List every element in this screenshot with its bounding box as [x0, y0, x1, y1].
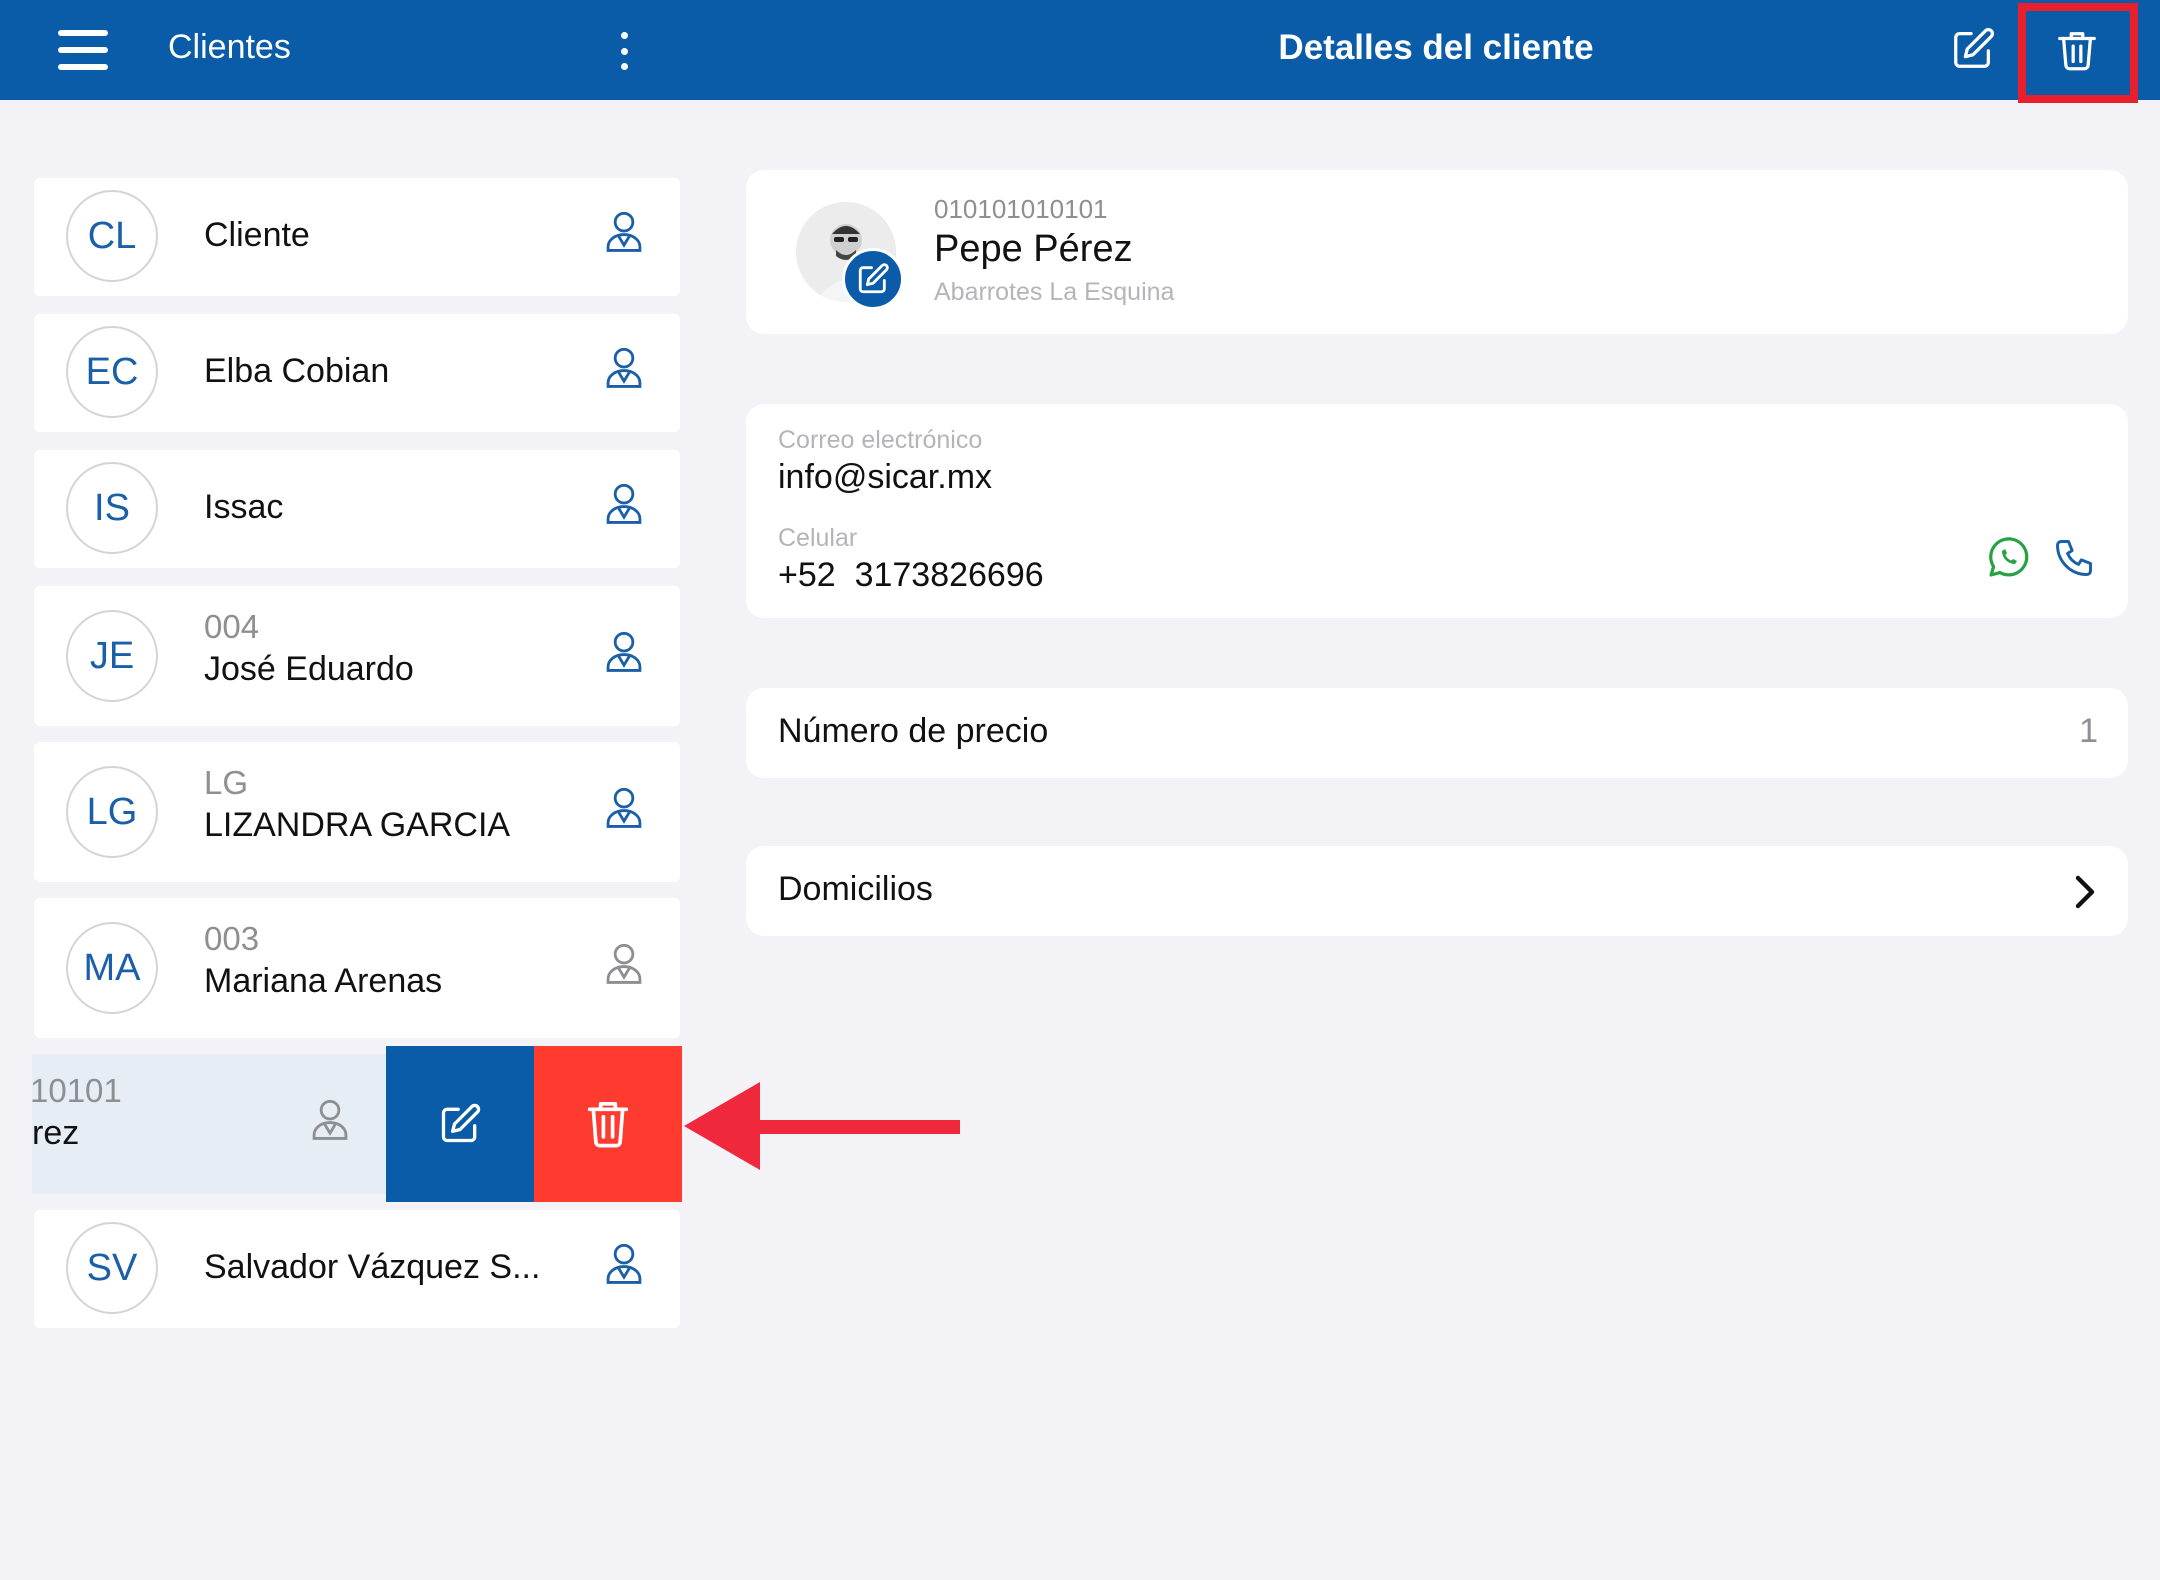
- person-icon[interactable]: [602, 1240, 646, 1286]
- chevron-right-icon: [2075, 875, 2095, 909]
- client-name: Pepe Pérez: [934, 228, 1133, 270]
- kebab-more-icon[interactable]: [612, 32, 636, 70]
- whatsapp-icon[interactable]: [1984, 534, 2032, 582]
- client-name: rez: [32, 1114, 80, 1152]
- person-icon[interactable]: [602, 344, 646, 390]
- swipe-delete-button[interactable]: [534, 1046, 682, 1202]
- person-icon[interactable]: [602, 208, 646, 254]
- list-item-swiped[interactable]: 10101 rez: [32, 1054, 386, 1194]
- contact-card: Correo electrónico info@sicar.mx Celular…: [746, 404, 2128, 618]
- person-icon[interactable]: [602, 940, 646, 986]
- person-icon[interactable]: [602, 628, 646, 674]
- email-label: Correo electrónico: [778, 426, 983, 454]
- list-title: Clientes: [168, 28, 291, 66]
- avatar: IS: [66, 462, 158, 554]
- addresses-row[interactable]: Domicilios: [746, 846, 2128, 936]
- phone-icon[interactable]: [2052, 536, 2096, 580]
- edit-icon: [441, 1103, 481, 1143]
- client-name: Salvador Vázquez S...: [204, 1248, 541, 1286]
- client-code: 10101: [32, 1072, 122, 1109]
- person-icon[interactable]: [602, 480, 646, 526]
- avatar: JE: [66, 610, 158, 702]
- list-item[interactable]: LG LG LIZANDRA GARCIA: [34, 742, 680, 882]
- client-name: Mariana Arenas: [204, 962, 443, 1000]
- avatar: EC: [66, 326, 158, 418]
- client-code: 010101010101: [934, 194, 1108, 224]
- email-value: info@sicar.mx: [778, 458, 993, 496]
- avatar: SV: [66, 1222, 158, 1314]
- client-name: Issac: [204, 488, 284, 526]
- price-number-value: 1: [2079, 712, 2098, 750]
- person-icon[interactable]: [602, 784, 646, 830]
- photo-edit-button[interactable]: [842, 248, 904, 310]
- phone-label: Celular: [778, 524, 858, 552]
- trash-icon[interactable]: [2054, 27, 2100, 73]
- avatar: MA: [66, 922, 158, 1014]
- avatar: CL: [66, 190, 158, 282]
- top-app-bar: Clientes Detalles del cliente: [0, 0, 2160, 100]
- client-code: 004: [204, 608, 260, 645]
- profile-card: 010101010101 Pepe Pérez Abarrotes La Esq…: [746, 170, 2128, 334]
- list-item[interactable]: MA 003 Mariana Arenas: [34, 898, 680, 1038]
- avatar: LG: [66, 766, 158, 858]
- list-item[interactable]: SV Salvador Vázquez S...: [34, 1210, 680, 1328]
- edit-icon[interactable]: [1950, 26, 1996, 72]
- list-item[interactable]: JE 004 José Eduardo: [34, 586, 680, 726]
- detail-title: Detalles del cliente: [1278, 28, 1594, 67]
- client-name: Elba Cobian: [204, 352, 390, 390]
- list-item[interactable]: EC Elba Cobian: [34, 314, 680, 432]
- person-icon[interactable]: [308, 1096, 352, 1142]
- phone-value: +52 3173826696: [778, 556, 1044, 594]
- edit-icon: [858, 263, 889, 294]
- client-name: LIZANDRA GARCIA: [204, 806, 511, 844]
- addresses-label: Domicilios: [778, 870, 933, 908]
- list-item[interactable]: IS Issac: [34, 450, 680, 568]
- swipe-edit-button[interactable]: [386, 1046, 534, 1202]
- annotation-arrow: [684, 1082, 960, 1170]
- list-item[interactable]: CL Cliente: [34, 178, 680, 296]
- price-number-row[interactable]: Número de precio 1: [746, 688, 2128, 778]
- business-name: Abarrotes La Esquina: [934, 278, 1175, 306]
- client-code: LG: [204, 764, 249, 801]
- trash-icon: [587, 1102, 629, 1148]
- client-name: José Eduardo: [204, 650, 414, 688]
- client-code: 003: [204, 920, 260, 957]
- price-number-label: Número de precio: [778, 712, 1049, 750]
- client-name: Cliente: [204, 216, 310, 254]
- hamburger-menu-icon[interactable]: [58, 30, 108, 70]
